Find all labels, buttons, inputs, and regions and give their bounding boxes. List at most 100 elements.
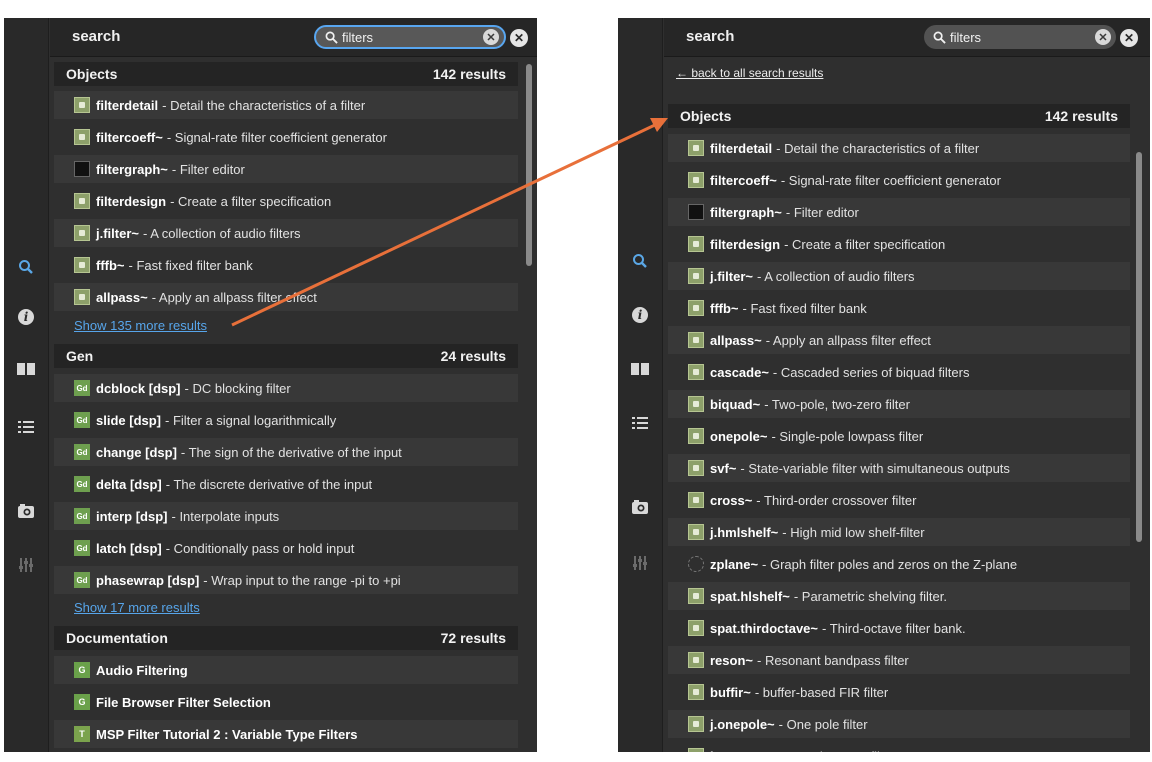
list-item[interactable]: fffb~ - Fast fixed filter bank	[54, 251, 518, 279]
object-icon	[688, 716, 704, 732]
search-icon[interactable]	[10, 254, 42, 280]
list-item[interactable]: svf~ - State-variable filter with simulta…	[668, 454, 1130, 482]
list-item[interactable]: onepole~ - Single-pole lowpass filter	[668, 422, 1130, 450]
list-item[interactable]: G Audio Filtering	[54, 656, 518, 684]
object-icon	[688, 620, 704, 636]
list-icon[interactable]	[10, 414, 42, 440]
list-item[interactable]: cross~ - Third-order crossover filter	[668, 486, 1130, 514]
object-icon	[688, 748, 704, 752]
show-more-link[interactable]: Show 135 more results	[74, 318, 207, 333]
list-item[interactable]: Gd interp [dsp] - Interpolate inputs	[54, 502, 518, 530]
list-icon[interactable]	[624, 410, 656, 436]
object-icon	[74, 257, 90, 273]
gen-icon: Gd	[74, 540, 90, 556]
result-count: 142 results	[432, 66, 506, 82]
search-main: search filters ✕ ✕ Objects 142 results f…	[50, 18, 537, 752]
section-title: Documentation	[66, 630, 168, 646]
search-header: search filters ✕ ✕	[50, 18, 537, 57]
list-item[interactable]: reson~ - Resonant bandpass filter	[668, 646, 1130, 674]
list-item[interactable]: j.filter~ - A collection of audio filters	[668, 262, 1130, 290]
search-query[interactable]: filters	[950, 30, 1095, 45]
object-icon	[688, 428, 704, 444]
graph-icon	[688, 204, 704, 220]
list-item[interactable]: Gd latch [dsp] - Conditionally pass or hol…	[54, 534, 518, 562]
list-item[interactable]: Gd dcblock [dsp] - DC blocking filter	[54, 374, 518, 402]
close-icon[interactable]: ✕	[1120, 29, 1138, 47]
list-item[interactable]: filtergraph~ - Filter editor	[668, 198, 1130, 226]
list-item[interactable]: filterdetail - Detail the characteristics…	[668, 134, 1130, 162]
list-item[interactable]: fffb~ - Fast fixed filter bank	[668, 294, 1130, 322]
object-icon	[688, 364, 704, 380]
info-icon[interactable]: i	[10, 304, 42, 330]
clear-search-icon[interactable]: ✕	[483, 29, 499, 45]
object-icon	[688, 396, 704, 412]
list-item[interactable]: cascade~ - Cascaded series of biquad filt…	[668, 358, 1130, 386]
mixer-icon[interactable]	[10, 552, 42, 578]
list-item[interactable]: filterdesign - Create a filter specificat…	[668, 230, 1130, 258]
object-icon	[688, 172, 704, 188]
gen-icon: Gd	[74, 412, 90, 428]
list-item[interactable]: Gd slide [dsp] - Filter a signal logarithm…	[54, 406, 518, 434]
search-panel-before: i search filters ✕ ✕ Objects 142 results…	[4, 18, 537, 752]
snapshot-icon[interactable]	[10, 498, 42, 524]
search-icon[interactable]	[624, 248, 656, 274]
search-input[interactable]: filters ✕	[924, 25, 1116, 49]
section-title: Objects	[680, 108, 732, 124]
list-item[interactable]: j.filter~ - A collection of audio filters	[54, 219, 518, 247]
list-item[interactable]: filterdetail - Detail the characteristics…	[54, 91, 518, 119]
list-item[interactable]: G File Browser Filter Selection	[54, 688, 518, 716]
object-icon	[688, 588, 704, 604]
guide-icon: G	[74, 694, 90, 710]
gen-icon: Gd	[74, 508, 90, 524]
book-icon[interactable]	[10, 356, 42, 382]
list-item[interactable]: Gd change [dsp] - The sign of the derivati…	[54, 438, 518, 466]
info-icon[interactable]: i	[624, 302, 656, 328]
result-count: 142 results	[1044, 108, 1118, 124]
object-icon	[688, 492, 704, 508]
show-more-link[interactable]: Show 17 more results	[74, 600, 200, 615]
object-icon	[74, 193, 90, 209]
object-icon	[688, 460, 704, 476]
list-item[interactable]: buffir~ - buffer-based FIR filter	[668, 678, 1130, 706]
snapshot-icon[interactable]	[624, 494, 656, 520]
header-title: search	[72, 28, 121, 45]
list-item[interactable]: filterdesign - Create a filter specificat…	[54, 187, 518, 215]
object-icon	[688, 332, 704, 348]
object-icon	[688, 684, 704, 700]
list-item[interactable]: Gd delta [dsp] - The discrete derivative o…	[54, 470, 518, 498]
list-item[interactable]: j.onepole~ - One pole filter	[668, 710, 1130, 738]
list-item[interactable]: j.hmlshelf~ - High mid low shelf-filter	[668, 518, 1130, 546]
clear-search-icon[interactable]: ✕	[1095, 29, 1111, 45]
section-title: Objects	[66, 66, 118, 82]
list-item[interactable]: filtercoeff~ - Signal-rate filter coeffic…	[668, 166, 1130, 194]
gen-icon: Gd	[74, 444, 90, 460]
scrollbar[interactable]	[1136, 152, 1142, 542]
list-item[interactable]: allpass~ - Apply an allpass filter effect	[54, 283, 518, 311]
close-icon[interactable]: ✕	[510, 29, 528, 47]
list-item[interactable]: spat.hlshelf~ - Parametric shelving filte…	[668, 582, 1130, 610]
list-item[interactable]: Gd phasewrap [dsp] - Wrap input to the ran…	[54, 566, 518, 594]
back-to-results-link[interactable]: ← back to all search results	[676, 66, 823, 80]
list-item[interactable]: lores~- Resonant lowpass filter	[668, 742, 1130, 752]
object-icon	[688, 236, 704, 252]
list-item[interactable]: filtergraph~ - Filter editor	[54, 155, 518, 183]
object-icon	[688, 300, 704, 316]
list-item[interactable]: filtercoeff~ - Signal-rate filter coeffic…	[54, 123, 518, 151]
search-query[interactable]: filters	[342, 30, 483, 45]
search-icon	[320, 31, 342, 44]
list-item[interactable]: biquad~ - Two-pole, two-zero filter	[668, 390, 1130, 418]
scrollbar[interactable]	[526, 64, 532, 266]
mixer-icon[interactable]	[624, 550, 656, 576]
list-item[interactable]: allpass~ - Apply an allpass filter effect	[668, 326, 1130, 354]
gen-icon: Gd	[74, 572, 90, 588]
book-icon[interactable]	[624, 356, 656, 382]
list-item[interactable]: T MSP Filter Tutorial 2 : Variable Type F…	[54, 720, 518, 748]
list-item[interactable]: zplane~ - Graph filter poles and zeros on…	[668, 550, 1130, 578]
search-input[interactable]: filters ✕	[314, 25, 506, 49]
object-icon	[74, 289, 90, 305]
header-title: search	[686, 28, 735, 45]
object-icon	[74, 129, 90, 145]
list-item[interactable]: spat.thirdoctave~ - Third-octave filter b…	[668, 614, 1130, 642]
object-icon	[688, 140, 704, 156]
gen-icon: Gd	[74, 476, 90, 492]
